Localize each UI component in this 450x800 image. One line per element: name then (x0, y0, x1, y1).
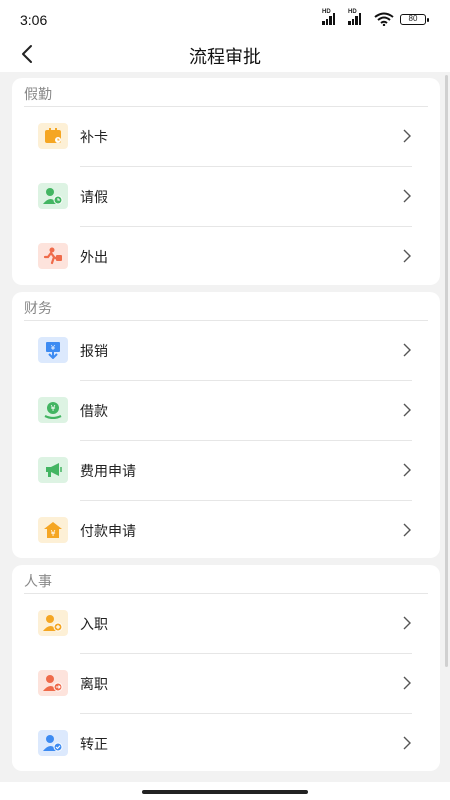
list-item-regularization[interactable]: 转正 (12, 714, 440, 774)
nav-bar: 流程审批 (0, 36, 450, 72)
chevron-right-icon (403, 403, 411, 417)
onboarding-icon (38, 610, 68, 636)
list-item-card-replace[interactable]: 补卡 (12, 107, 440, 167)
chevron-right-icon (403, 523, 411, 537)
list-item-payment-application[interactable]: ¥ 付款申请 (12, 501, 440, 561)
svg-text:¥: ¥ (50, 529, 55, 538)
scrollbar[interactable] (445, 75, 448, 667)
status-time: 3:06 (20, 12, 48, 28)
battery-icon: 80 (400, 13, 429, 25)
card-replace-icon (38, 123, 68, 149)
reimbursement-icon: ¥ (38, 337, 68, 363)
section-card-hr: 人事 入职 离职 转正 (12, 565, 440, 771)
chevron-right-icon (403, 249, 411, 263)
wifi-icon (374, 12, 394, 26)
chevron-right-icon (403, 676, 411, 690)
list-item-leave[interactable]: 请假 (12, 167, 440, 227)
list-item-resignation[interactable]: 离职 (12, 654, 440, 714)
svg-text:¥: ¥ (51, 344, 56, 352)
home-indicator[interactable] (142, 790, 308, 794)
expense-application-icon (38, 457, 68, 483)
section-card-attendance: 假勤 补卡 请假 外出 (12, 78, 440, 285)
list-item-loan[interactable]: ¥ 借款 (12, 381, 440, 441)
chevron-right-icon (403, 189, 411, 203)
section-title: 财务 (24, 300, 52, 316)
list-item-go-out[interactable]: 外出 (12, 227, 440, 287)
go-out-icon (38, 243, 68, 269)
chevron-right-icon (403, 463, 411, 477)
section-title: 假勤 (24, 86, 52, 102)
payment-application-icon: ¥ (38, 517, 68, 543)
list-item-label: 请假 (80, 189, 108, 205)
list-item-label: 入职 (80, 616, 108, 632)
chevron-right-icon (403, 736, 411, 750)
page-title: 流程审批 (189, 47, 261, 67)
list-item-label: 补卡 (80, 129, 108, 145)
list-item-label: 费用申请 (80, 463, 136, 479)
status-icons: HD HD 80 (322, 9, 429, 26)
leave-icon (38, 183, 68, 209)
status-bar: 3:06 HD HD 80 (0, 0, 450, 36)
list-item-label: 离职 (80, 676, 108, 692)
list-item-onboarding[interactable]: 入职 (12, 594, 440, 654)
list-item-label: 付款申请 (80, 523, 136, 539)
hd-label: HD (322, 9, 331, 15)
hd-label-2: HD (348, 9, 357, 15)
list-item-reimbursement[interactable]: ¥ 报销 (12, 321, 440, 381)
list-item-label: 报销 (80, 343, 108, 359)
regularization-icon (38, 730, 68, 756)
chevron-right-icon (403, 616, 411, 630)
cellular-signal-icon: HD (322, 9, 342, 25)
list-item-label: 外出 (80, 249, 108, 265)
list-item-label: 转正 (80, 736, 108, 752)
chevron-right-icon (403, 129, 411, 143)
resignation-icon (38, 670, 68, 696)
list-item-expense-application[interactable]: 费用申请 (12, 441, 440, 501)
section-card-finance: 财务 ¥ 报销 ¥ 借款 费用申请 ¥ 付款申请 (12, 292, 440, 558)
chevron-right-icon (403, 343, 411, 357)
loan-icon: ¥ (38, 397, 68, 423)
battery-level: 80 (408, 13, 418, 23)
cellular-signal-icon-2: HD (348, 9, 368, 25)
section-title: 人事 (24, 573, 52, 589)
list-item-label: 借款 (80, 403, 108, 419)
svg-text:¥: ¥ (50, 404, 55, 413)
